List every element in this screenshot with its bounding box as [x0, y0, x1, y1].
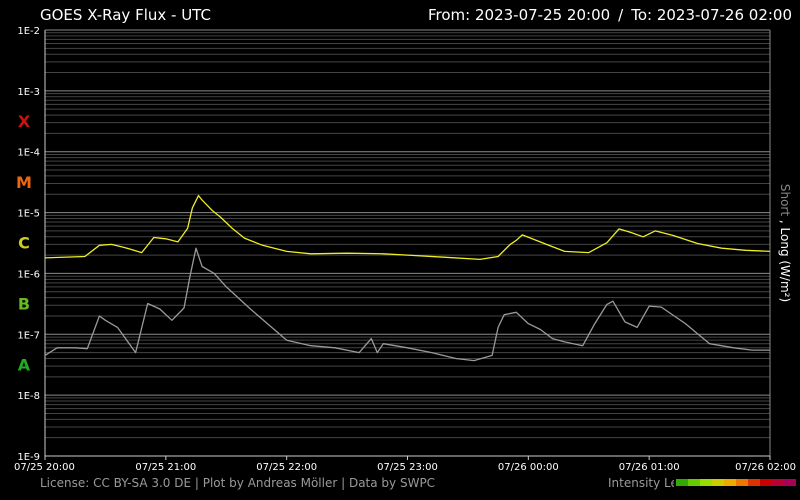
x-tick-label: 07/25 21:00 — [135, 462, 196, 473]
legend-swatch — [700, 479, 712, 486]
xray-flux-chart: 1E-21E-31E-41E-51E-61E-71E-81E-907/25 20… — [14, 26, 796, 473]
legend-swatch — [724, 479, 736, 486]
y-axis-label-short: Short — [778, 184, 792, 216]
class-label-c: C — [18, 234, 30, 253]
y-tick-label: 1E-2 — [17, 26, 40, 37]
legend-swatch — [676, 479, 688, 486]
class-label-b: B — [18, 295, 30, 314]
y-axis-label: Short , Long (W/m²) — [778, 184, 792, 302]
class-label-m: M — [16, 173, 32, 192]
intensity-legend-label: Intensity Legend — [608, 476, 674, 490]
x-tick-label: 07/25 23:00 — [377, 462, 438, 473]
series-line-long — [44, 194, 771, 261]
y-axis-label-long: Long (W/m²) — [778, 228, 792, 303]
legend-swatch — [760, 479, 772, 486]
legend-swatch — [736, 479, 748, 486]
legend-swatch — [772, 479, 784, 486]
y-tick-label: 1E-3 — [17, 87, 40, 98]
license-text: License: CC BY-SA 3.0 DE | Plot by Andre… — [40, 476, 436, 490]
y-tick-label: 1E-6 — [17, 269, 40, 280]
legend-swatch — [784, 479, 796, 486]
x-tick-label: 07/26 00:00 — [498, 462, 559, 473]
legend-swatch — [712, 479, 724, 486]
y-tick-label: 1E-8 — [17, 391, 40, 402]
class-label-x: X — [18, 112, 31, 131]
class-label-a: A — [18, 355, 31, 374]
x-tick-label: 07/26 02:00 — [735, 462, 796, 473]
x-tick-label: 07/25 20:00 — [14, 462, 75, 473]
legend-swatch — [748, 479, 760, 486]
legend-swatch — [688, 479, 700, 486]
y-tick-label: 1E-4 — [17, 148, 40, 159]
intensity-legend-scale — [676, 479, 796, 486]
y-tick-label: 1E-5 — [17, 209, 40, 220]
x-tick-label: 07/25 22:00 — [256, 462, 317, 473]
y-tick-label: 1E-7 — [17, 330, 40, 341]
y-axis-label-separator: , — [778, 216, 792, 227]
x-tick-label: 07/26 01:00 — [619, 462, 680, 473]
